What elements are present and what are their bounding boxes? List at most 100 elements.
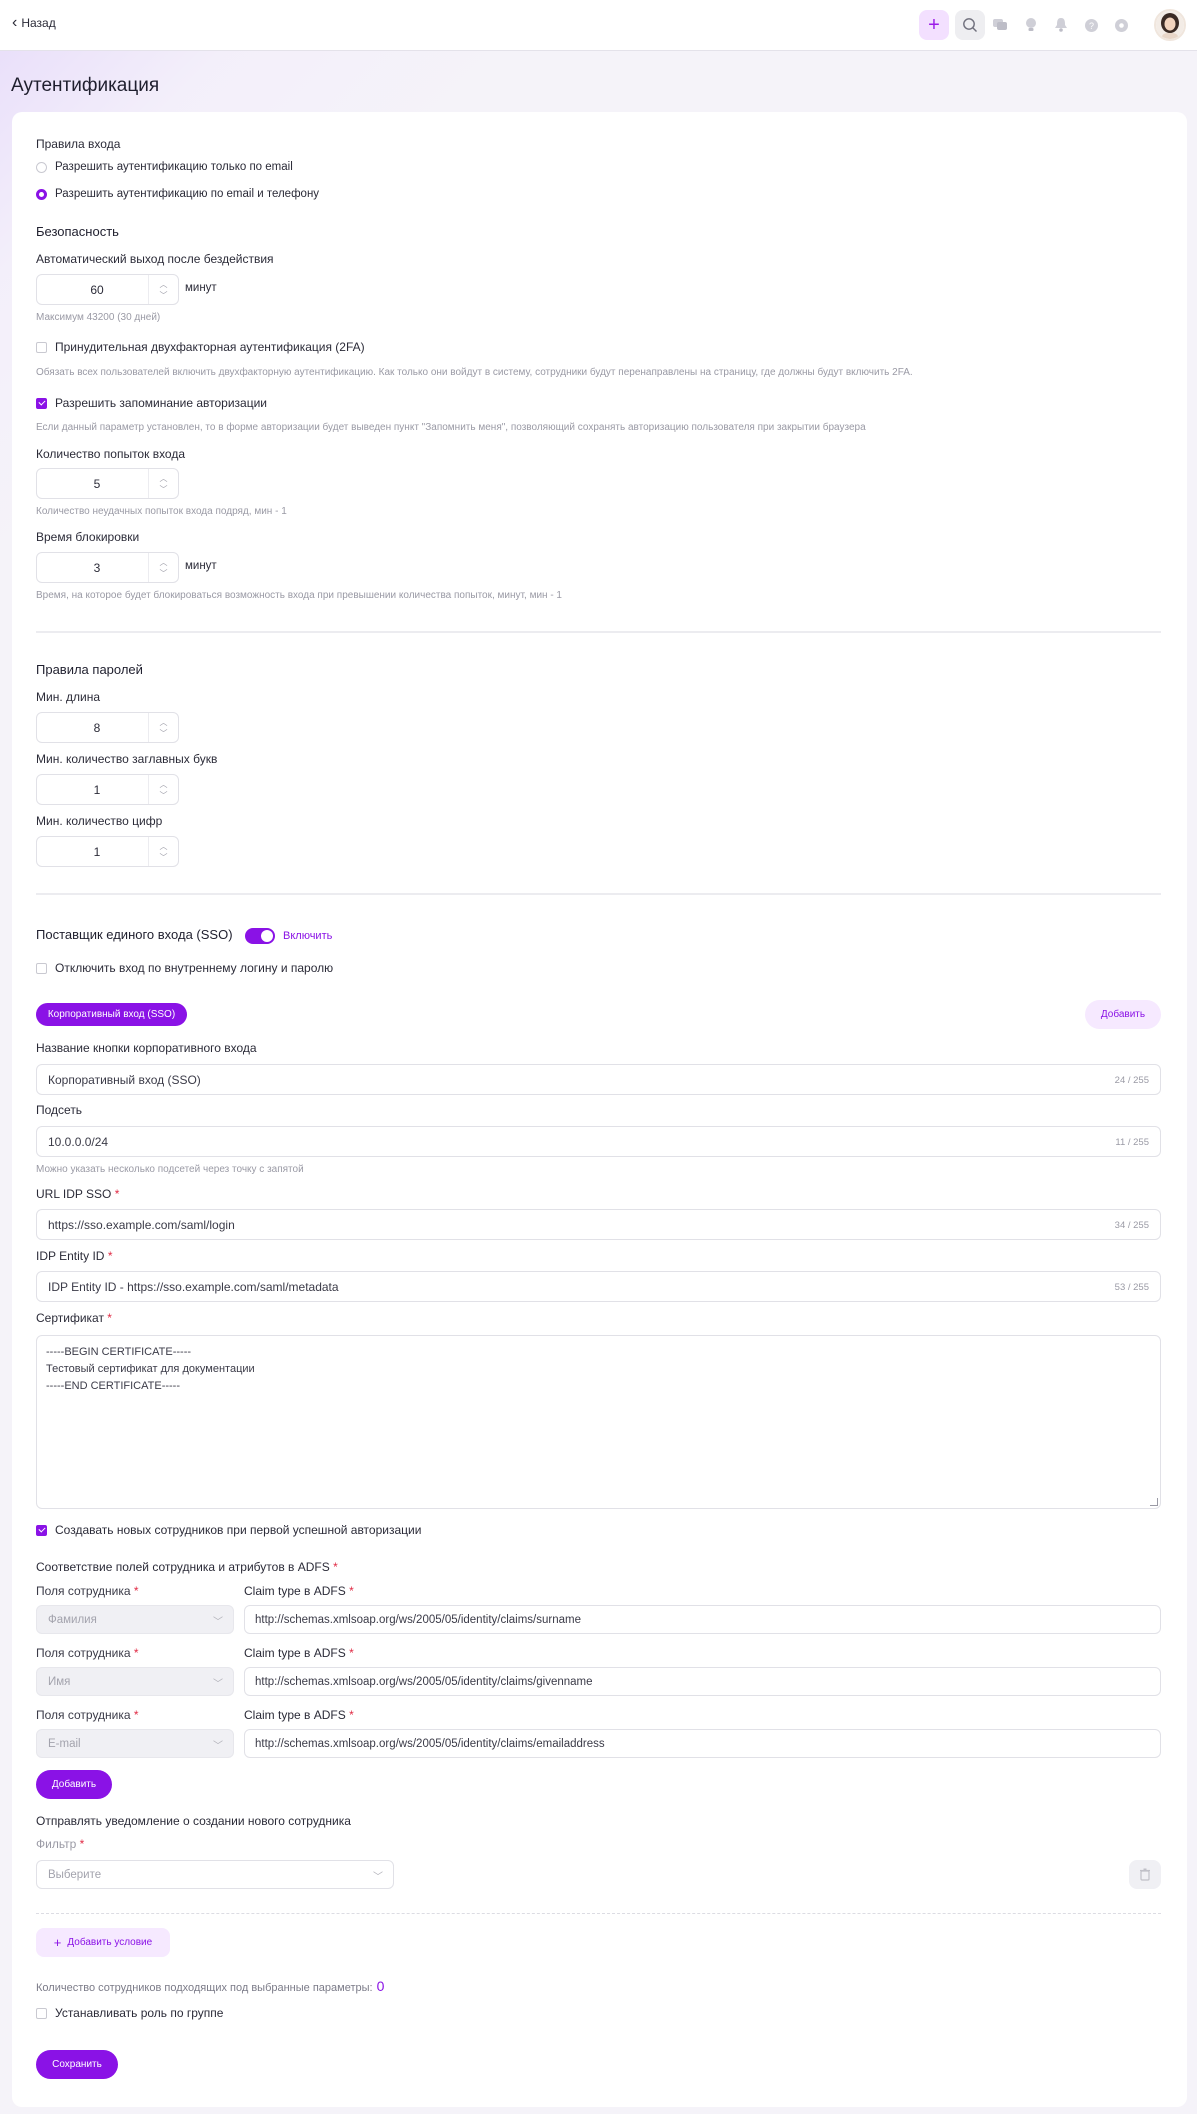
claim-type-input[interactable]: http://schemas.xmlsoap.org/ws/2005/05/id…	[244, 1667, 1161, 1696]
avatar[interactable]	[1154, 9, 1186, 41]
min-upper-value[interactable]: 1	[37, 783, 157, 797]
min-length-value[interactable]: 8	[37, 721, 157, 735]
claim-type-value: http://schemas.xmlsoap.org/ws/2005/05/id…	[255, 1676, 593, 1688]
lock-time-value[interactable]: 3	[37, 561, 157, 575]
claim-label: Claim type в ADFS *	[244, 1584, 354, 1598]
claim-label: Claim type в ADFS *	[244, 1708, 354, 1722]
tab-corporate-sso[interactable]: Корпоративный вход (SSO)	[36, 1003, 187, 1026]
subnet-field[interactable]: 10.0.0.0/24 11 / 255	[36, 1126, 1161, 1157]
employee-field-value: Имя	[48, 1676, 71, 1688]
lock-time-stepper[interactable]: 3 ︿ ﹀	[36, 552, 179, 583]
disable-internal-checkbox[interactable]: Отключить вход по внутреннему логину и п…	[36, 961, 333, 975]
min-digits-value[interactable]: 1	[37, 845, 157, 859]
back-button[interactable]: ‹ Назад	[12, 14, 56, 31]
button-name-value: Корпоративный вход (SSO)	[48, 1073, 201, 1087]
min-length-label: Мин. длина	[36, 690, 101, 704]
min-length-stepper[interactable]: 8 ︿ ﹀	[36, 712, 179, 743]
delete-filter-button[interactable]	[1129, 1860, 1161, 1889]
chevron-down-icon: ﹀	[213, 1617, 223, 1628]
stepper-arrows[interactable]: ︿ ﹀	[148, 553, 178, 582]
chevron-up-icon[interactable]: ︿	[160, 718, 168, 726]
login-rules-title: Правила входа	[36, 137, 121, 151]
certificate-line: -----END CERTIFICATE-----	[46, 1380, 181, 1392]
chevron-up-icon[interactable]: ︿	[160, 280, 168, 288]
stepper-arrows[interactable]: ︿ ﹀	[148, 275, 178, 304]
role-by-group-checkbox[interactable]: Устанавливать роль по группе	[36, 2006, 223, 2020]
chat-icon[interactable]	[991, 16, 1009, 34]
stepper-arrows[interactable]: ︿ ﹀	[148, 713, 178, 742]
idp-url-field[interactable]: https://sso.example.com/saml/login 34 / …	[36, 1209, 1161, 1240]
login-option-email[interactable]: Разрешить аутентификацию только по email	[36, 161, 293, 173]
min-upper-stepper[interactable]: 1 ︿ ﹀	[36, 774, 179, 805]
attempts-value[interactable]: 5	[37, 477, 157, 491]
bell-icon[interactable]	[1052, 16, 1070, 34]
filter-label: Фильтр *	[36, 1837, 85, 1851]
stepper-arrows[interactable]: ︿ ﹀	[148, 837, 178, 866]
force-2fa-checkbox[interactable]: Принудительная двухфакторная аутентифика…	[36, 340, 365, 354]
attempts-stepper[interactable]: 5 ︿ ﹀	[36, 468, 179, 499]
button-name-label: Название кнопки корпоративного входа	[36, 1041, 257, 1055]
min-digits-stepper[interactable]: 1 ︿ ﹀	[36, 836, 179, 867]
help-icon[interactable]: ?	[1082, 16, 1100, 34]
disable-internal-label: Отключить вход по внутреннему логину и п…	[55, 961, 334, 975]
employee-field-select[interactable]: E-mail ﹀	[36, 1729, 234, 1758]
remember-checkbox[interactable]: Разрешить запоминание авторизации	[36, 396, 267, 410]
plus-icon: +	[53, 1935, 62, 1950]
chevron-down-icon[interactable]: ﹀	[160, 853, 168, 861]
search-button[interactable]	[955, 10, 985, 40]
disable-internal-box[interactable]	[36, 962, 47, 974]
trash-icon	[1140, 1868, 1150, 1881]
chevron-down-icon[interactable]: ﹀	[160, 485, 168, 493]
radio-email-phone[interactable]	[36, 188, 47, 200]
force-2fa-box[interactable]	[36, 341, 47, 353]
claim-type-input[interactable]: http://schemas.xmlsoap.org/ws/2005/05/id…	[244, 1729, 1161, 1758]
stepper-arrows[interactable]: ︿ ﹀	[148, 469, 178, 498]
auto-logout-hint: Максимум 43200 (30 дней)	[36, 312, 161, 323]
login-option-email-label: Разрешить аутентификацию только по email	[55, 161, 293, 173]
save-button[interactable]: Сохранить	[36, 2050, 118, 2079]
remember-box[interactable]	[36, 397, 47, 409]
lock-time-hint: Время, на которое будет блокироваться во…	[36, 590, 562, 601]
chevron-up-icon[interactable]: ︿	[160, 474, 168, 482]
chevron-left-icon: ‹	[12, 14, 18, 31]
stepper-arrows[interactable]: ︿ ﹀	[148, 775, 178, 804]
auto-logout-value[interactable]: 60	[37, 283, 157, 297]
resize-handle[interactable]	[1150, 1498, 1158, 1506]
chevron-down-icon[interactable]: ﹀	[160, 729, 168, 737]
chevron-down-icon[interactable]: ﹀	[160, 569, 168, 577]
top-bar: ‹ Назад + ?	[0, 0, 1197, 51]
create-employees-checkbox[interactable]: Создавать новых сотрудников при первой у…	[36, 1523, 421, 1537]
certificate-textarea[interactable]: -----BEGIN CERTIFICATE----- Тестовый сер…	[36, 1335, 1161, 1509]
divider	[36, 631, 1161, 633]
idp-url-counter: 34 / 255	[1114, 1220, 1149, 1231]
create-employees-box[interactable]	[36, 1524, 47, 1536]
auto-logout-stepper[interactable]: 60 ︿ ﹀	[36, 274, 179, 305]
idp-entity-field[interactable]: IDP Entity ID - https://sso.example.com/…	[36, 1271, 1161, 1302]
claim-type-input[interactable]: http://schemas.xmlsoap.org/ws/2005/05/id…	[244, 1605, 1161, 1634]
add-mapping-button[interactable]: Добавить	[36, 1770, 112, 1799]
plus-icon: +	[928, 13, 940, 36]
chevron-up-icon[interactable]: ︿	[160, 780, 168, 788]
create-button[interactable]: +	[919, 10, 949, 40]
add-condition-button[interactable]: + Добавить условие	[36, 1928, 170, 1957]
login-option-email-phone[interactable]: Разрешить аутентификацию по email и теле…	[36, 188, 319, 200]
settings-icon[interactable]	[1112, 16, 1130, 34]
idp-entity-value: IDP Entity ID - https://sso.example.com/…	[48, 1280, 339, 1294]
lightbulb-icon[interactable]	[1022, 16, 1040, 34]
field-label: Поля сотрудника *	[36, 1584, 139, 1598]
certificate-line: Тестовый сертификат для документации	[46, 1363, 255, 1375]
chevron-down-icon[interactable]: ﹀	[160, 791, 168, 799]
button-name-field[interactable]: Корпоративный вход (SSO) 24 / 255	[36, 1064, 1161, 1095]
filter-select[interactable]: Выберите ﹀	[36, 1860, 394, 1889]
chevron-down-icon[interactable]: ﹀	[160, 291, 168, 299]
employee-field-select[interactable]: Фамилия ﹀	[36, 1605, 234, 1634]
radio-email-only[interactable]	[36, 161, 47, 173]
svg-text:?: ?	[1088, 21, 1093, 31]
add-sso-button[interactable]: Добавить	[1085, 1000, 1161, 1029]
chevron-up-icon[interactable]: ︿	[160, 842, 168, 850]
chevron-up-icon[interactable]: ︿	[160, 558, 168, 566]
sso-toggle[interactable]	[245, 928, 275, 944]
employee-field-select[interactable]: Имя ﹀	[36, 1667, 234, 1696]
role-by-group-box[interactable]	[36, 2007, 47, 2019]
idp-entity-counter: 53 / 255	[1114, 1282, 1149, 1293]
